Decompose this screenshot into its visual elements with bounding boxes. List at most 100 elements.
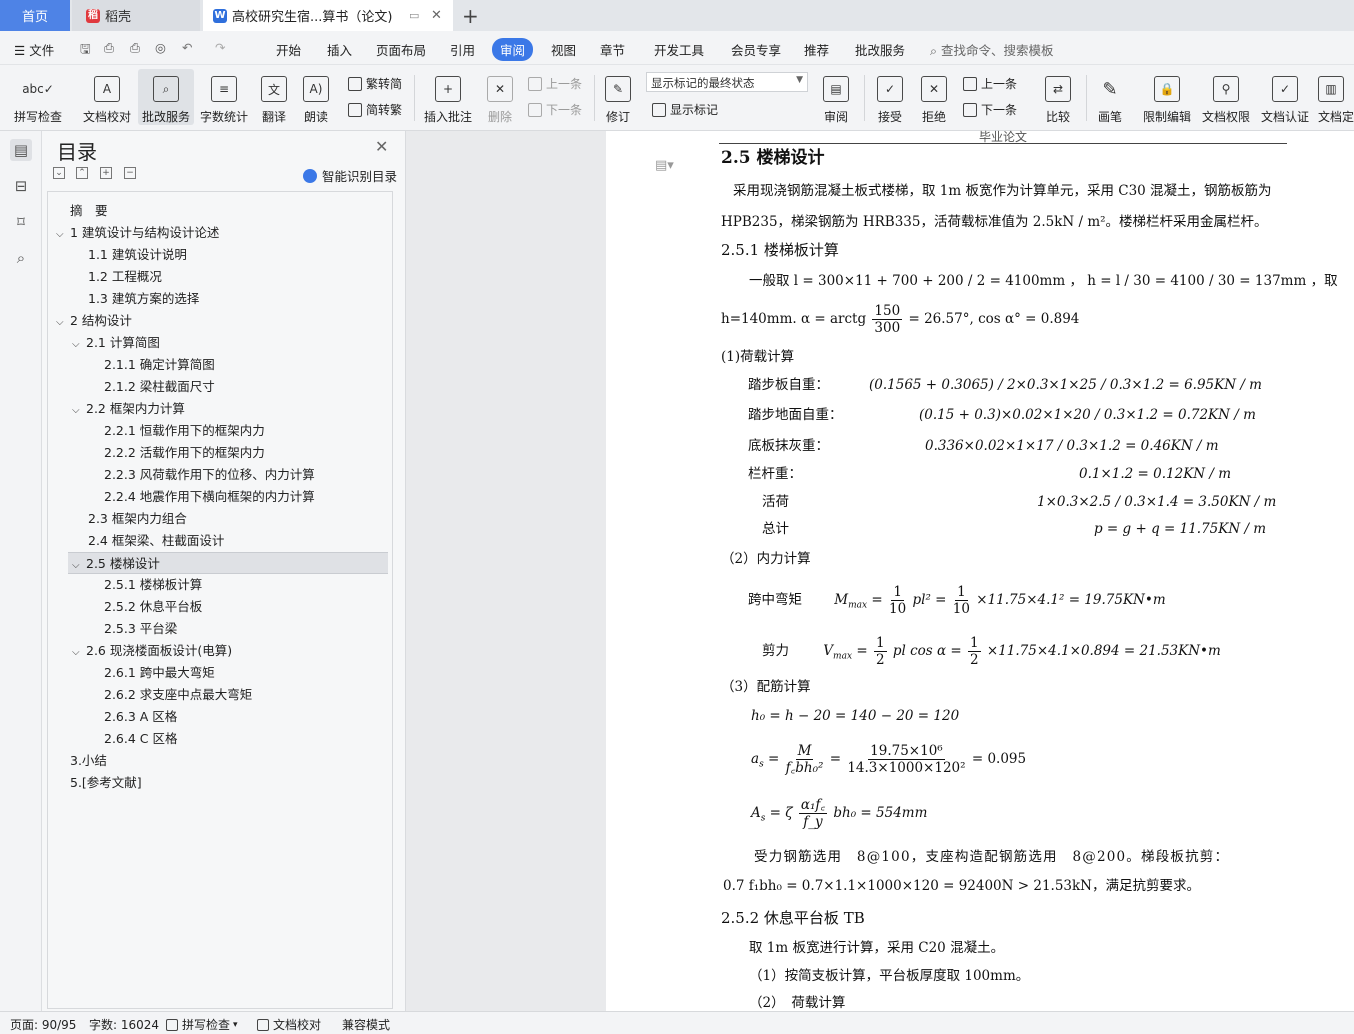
compare-button[interactable]: ⇄ 比较 [1038, 69, 1078, 125]
simp-to-trad-button[interactable]: 简转繁 [348, 101, 402, 118]
toc-item[interactable]: 2.6.4 C 区格 [48, 728, 392, 750]
doc-proofread-button[interactable]: A 文档校对 [78, 69, 136, 125]
chevron-down-icon[interactable]: ⌵ [72, 642, 86, 664]
restrict-edit-button[interactable]: 🔒 限制编辑 [1140, 69, 1194, 125]
toc-item[interactable]: 2.6.3 A 区格 [48, 706, 392, 728]
toc-item-selected[interactable]: ⌵ 2.5 楼梯设计 [68, 552, 388, 574]
toc-item[interactable]: 2.2.2 活载作用下的框架内力 [48, 442, 392, 464]
toc-item[interactable]: 1.3 建筑方案的选择 [48, 288, 392, 310]
toc-item[interactable]: 1.2 工程概况 [48, 266, 392, 288]
spell-check-toggle[interactable]: 拼写检查 ▾ [166, 1016, 238, 1033]
undo-icon[interactable]: ↶ [182, 40, 192, 55]
toc-panel-icon[interactable]: ▤ [10, 139, 32, 161]
bookmark-icon[interactable]: ⌑ [10, 211, 32, 233]
remove-heading-icon[interactable]: − [124, 167, 136, 179]
tab-document[interactable]: W 高校研究生宿...算书（论文) ▭ ✕ [203, 0, 453, 31]
toc-item[interactable]: 2.4 框架梁、柱截面设计 [48, 530, 392, 552]
word-count-button[interactable]: ≡ 字数统计 [198, 69, 250, 125]
file-menu[interactable]: ☰ 文件 [14, 40, 54, 59]
toc-item[interactable]: 3.小结 [48, 750, 392, 772]
doc-final-button[interactable]: ▥ 文档定 [1318, 69, 1354, 125]
command-search[interactable]: ⌕ 查找命令、搜索模板 [930, 40, 1054, 59]
new-tab-button[interactable]: + [462, 4, 479, 28]
save-icon[interactable]: 🖫 [80, 40, 91, 61]
tab-daoke[interactable]: 稻 稻壳 [72, 0, 200, 31]
next-change-button[interactable]: 下一条 [963, 101, 1017, 118]
prev-change-button[interactable]: 上一条 [963, 75, 1017, 92]
toc-item[interactable]: 2.6.1 跨中最大弯矩 [48, 662, 392, 684]
toc-item[interactable]: 2.6.2 求支座中点最大弯矩 [48, 684, 392, 706]
doc-permission-button[interactable]: ⚲ 文档权限 [1200, 69, 1252, 125]
toc-item[interactable]: 2.1.1 确定计算简图 [48, 354, 392, 376]
reject-button[interactable]: ✕ 拒绝 [914, 69, 954, 125]
menu-member[interactable]: 会员专享 [731, 40, 781, 59]
toc-item[interactable]: 2.1.2 梁柱截面尺寸 [48, 376, 392, 398]
menu-review[interactable]: 审阅 [492, 38, 534, 61]
revise-button[interactable]: ✎ 修订 [600, 69, 636, 125]
pen-button[interactable]: ✎ 画笔 [1092, 69, 1128, 125]
toc-item[interactable]: ⌵ 2.2 框架内力计算 [48, 398, 392, 420]
prev-comment-button[interactable]: 上一条 [528, 75, 582, 92]
menu-reference[interactable]: 引用 [450, 40, 475, 59]
menu-dev-tools[interactable]: 开发工具 [654, 40, 704, 59]
redo-icon[interactable]: ↷ [215, 40, 225, 55]
batch-correction-button[interactable]: ⌕ 批改服务 [138, 69, 194, 125]
toc-item[interactable]: 1.1 建筑设计说明 [48, 244, 392, 266]
markup-state-select[interactable]: 显示标记的最终状态 ▼ [646, 72, 808, 92]
toc-item[interactable]: ⌵ 1 建筑设计与结构设计论述 [48, 222, 392, 244]
insert-comment-button[interactable]: + 插入批注 [420, 69, 476, 125]
delete-comment-button[interactable]: ✕ 删除 [480, 69, 520, 125]
close-icon[interactable]: ✕ [375, 137, 388, 156]
menu-correction[interactable]: 批改服务 [855, 40, 905, 59]
pin-icon[interactable]: ▭ [409, 9, 419, 22]
smart-toc-button[interactable]: 智能识别目录 [303, 166, 397, 185]
print-icon[interactable]: ⎙ [130, 40, 140, 56]
menu-recommend[interactable]: 推荐 [804, 40, 829, 59]
trad-to-simp-button[interactable]: 繁转简 [348, 75, 402, 92]
toc-item[interactable]: 2.5.3 平台梁 [48, 618, 392, 640]
chapter-nav-icon[interactable]: ⊟ [10, 175, 32, 197]
toc-item[interactable]: 2.3 框架内力组合 [48, 508, 392, 530]
expand-up-icon[interactable]: ⌃ [76, 167, 88, 179]
menu-insert[interactable]: 插入 [327, 40, 352, 59]
doc-auth-button[interactable]: ✓ 文档认证 [1258, 69, 1312, 125]
collapse-all-icon[interactable]: ⌄ [53, 167, 65, 179]
page-indicator[interactable]: 页面: 90/95 [10, 1016, 76, 1033]
word-count-indicator[interactable]: 字数: 16024 [89, 1016, 159, 1033]
toc-item[interactable]: ⌵ 2.6 现浇楼面板设计(电算) [48, 640, 392, 662]
export-pdf-icon[interactable]: ⎙ [104, 40, 114, 56]
menu-chapter[interactable]: 章节 [600, 40, 625, 59]
next-comment-button[interactable]: 下一条 [528, 101, 582, 118]
paragraph-menu-icon[interactable]: ▤▾ [655, 158, 674, 173]
toc-item[interactable]: 2.2.3 风荷载作用下的位移、内力计算 [48, 464, 392, 486]
toc-item[interactable]: 2.5.2 休息平台板 [48, 596, 392, 618]
find-icon[interactable]: ⌕ [10, 247, 32, 269]
chevron-down-icon[interactable]: ⌵ [56, 312, 70, 334]
menu-view[interactable]: 视图 [551, 40, 576, 59]
translate-button[interactable]: 文翻译 [256, 69, 292, 125]
chevron-down-icon[interactable]: ⌵ [72, 400, 86, 422]
tab-home[interactable]: 首页 [0, 0, 70, 31]
spell-check-button[interactable]: abc✓ 拼写检查 [8, 69, 68, 125]
add-heading-icon[interactable]: + [100, 167, 112, 179]
print-preview-icon[interactable]: ◎ [155, 40, 166, 55]
document-page[interactable]: ▤▾ 毕业论文 2.5 楼梯设计 采用现浇钢筋混凝土板式楼梯，取 1m 板宽作为… [607, 130, 1354, 1011]
toc-item[interactable]: 2.2.4 地震作用下横向框架的内力计算 [48, 486, 392, 508]
review-pane-button[interactable]: ▤ 审阅 [816, 69, 856, 125]
toc-item[interactable]: 2.2.1 恒载作用下的框架内力 [48, 420, 392, 442]
chevron-down-icon[interactable]: ⌵ [56, 224, 70, 246]
close-tab-icon[interactable]: ✕ [431, 8, 442, 23]
toc-item[interactable]: ⌵ 2.1 计算简图 [48, 332, 392, 354]
chevron-down-icon[interactable]: ⌵ [72, 334, 86, 356]
toc-item[interactable]: ⌵ 2 结构设计 [48, 310, 392, 332]
accept-button[interactable]: ✓ 接受 [870, 69, 910, 125]
menu-layout[interactable]: 页面布局 [376, 40, 426, 59]
show-marks-button[interactable]: 显示标记 [652, 101, 718, 118]
ribbon-divider [864, 75, 865, 121]
menu-start[interactable]: 开始 [276, 40, 301, 59]
proofread-toggle[interactable]: 文档校对 [257, 1016, 321, 1033]
read-aloud-button[interactable]: A) 朗读 [298, 69, 334, 125]
toc-item[interactable]: 2.5.1 楼梯板计算 [48, 574, 392, 596]
toc-item[interactable]: 摘 要 [48, 200, 392, 222]
toc-item[interactable]: 5.[参考文献] [48, 772, 392, 794]
